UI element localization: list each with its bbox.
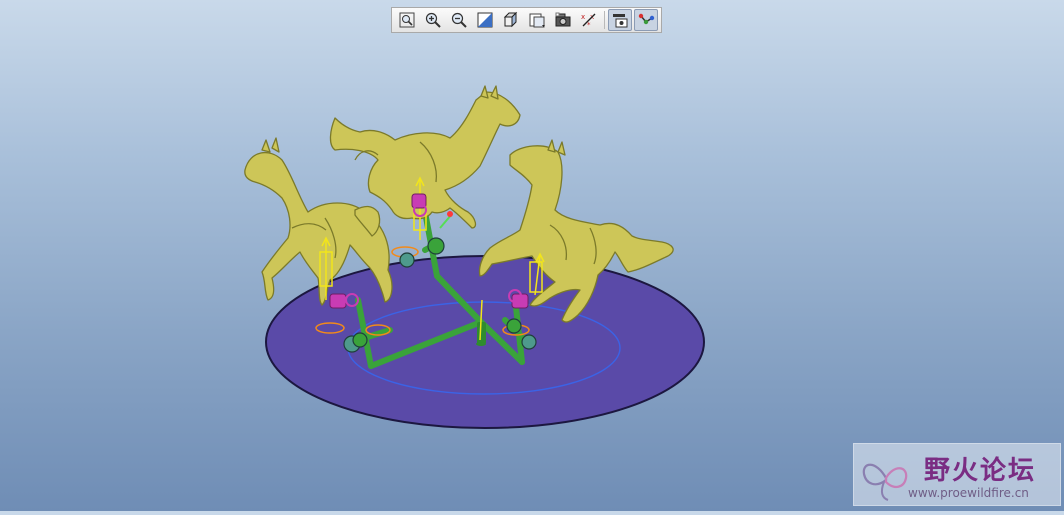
datum-display-button[interactable]: xx*	[577, 9, 601, 31]
repaint-button[interactable]	[473, 9, 497, 31]
view-toolbar: xx*	[391, 7, 662, 33]
spin-center-button[interactable]	[608, 9, 632, 31]
camera-icon	[555, 12, 571, 27]
display-style-button[interactable]	[499, 9, 523, 31]
svg-text:x: x	[581, 13, 585, 21]
repaint-icon	[477, 12, 493, 28]
spin-center-icon	[613, 14, 628, 28]
saved-views-button[interactable]	[525, 9, 549, 31]
mechanism-display-icon	[638, 13, 655, 25]
drive-marker	[439, 211, 453, 229]
watermark-url: www.proewildfire.cn	[908, 486, 1029, 500]
zoom-out-button[interactable]	[447, 9, 471, 31]
carousel-model	[244, 85, 705, 429]
camera-button[interactable]	[551, 9, 575, 31]
datum-display-icon: xx*	[581, 13, 596, 29]
toolbar-separator	[604, 11, 605, 29]
refit-icon	[399, 12, 415, 28]
zoom-in-button[interactable]	[421, 9, 445, 31]
display-style-icon	[503, 11, 518, 28]
mechanism-display-button[interactable]	[634, 9, 658, 31]
zoom-out-icon	[451, 12, 467, 28]
butterfly-logo-icon	[862, 463, 908, 501]
watermark-title: 野火论坛	[924, 456, 1037, 486]
saved-views-icon	[529, 13, 545, 28]
forum-watermark: 野火论坛 www.proewildfire.cn	[853, 443, 1061, 506]
refit-button[interactable]	[395, 9, 419, 31]
graphics-viewport[interactable]	[0, 0, 1064, 511]
zoom-in-icon	[425, 12, 441, 28]
svg-text:*: *	[587, 21, 591, 29]
